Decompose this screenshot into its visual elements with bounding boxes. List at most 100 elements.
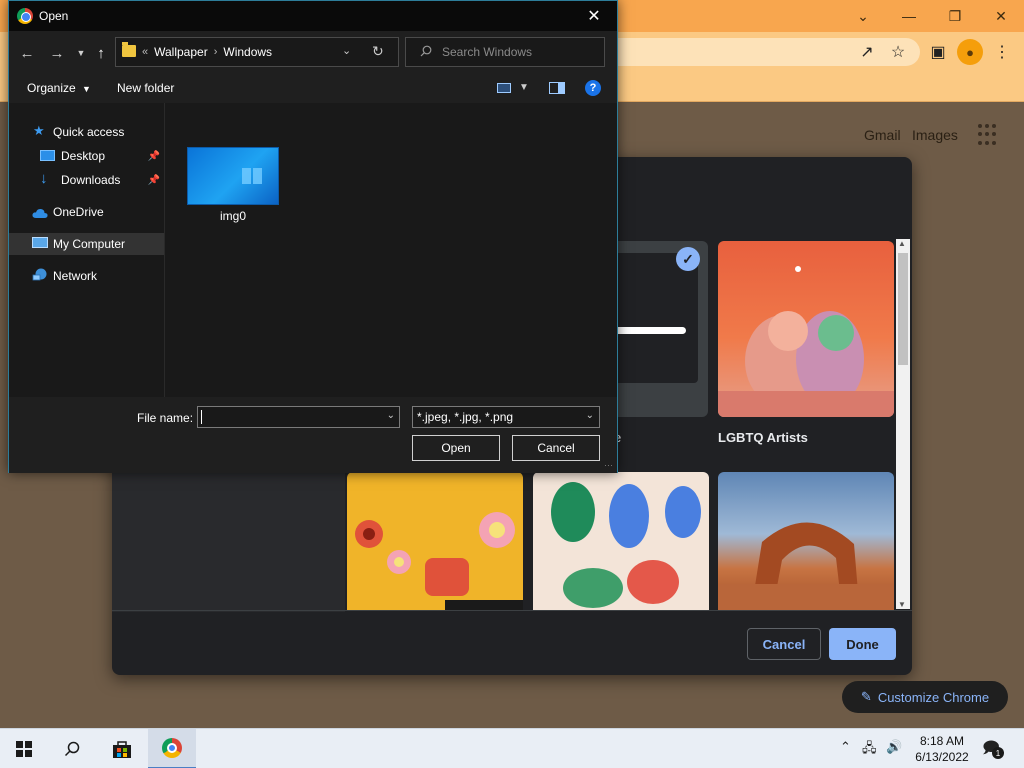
- back-arrow-icon[interactable]: ←: [17, 43, 37, 63]
- nav-item-network[interactable]: Network: [9, 265, 164, 287]
- breadcrumb-overflow[interactable]: «: [142, 46, 148, 58]
- show-hidden-icons-chevron-icon[interactable]: ⌃: [840, 739, 851, 755]
- apps-grid-icon[interactable]: [978, 124, 1000, 146]
- file-name-input[interactable]: [201, 408, 377, 426]
- change-view-icon[interactable]: [497, 83, 511, 93]
- microsoft-store-button[interactable]: [98, 729, 146, 768]
- file-name-label: File name:: [137, 411, 194, 425]
- nav-label: My Computer: [53, 237, 126, 251]
- background-tile-arch[interactable]: [718, 472, 894, 610]
- chrome-taskbar-button[interactable]: [148, 729, 196, 768]
- nav-item-quick-access[interactable]: ★ Quick access: [9, 121, 164, 143]
- file-type-value: *.jpeg, *.jpg, *.png: [417, 410, 514, 424]
- search-icon: [64, 741, 80, 757]
- share-icon[interactable]: ↗: [854, 39, 880, 65]
- background-tile-plants[interactable]: [533, 472, 709, 610]
- bookmark-star-icon[interactable]: ☆: [885, 39, 911, 65]
- breadcrumb-windows[interactable]: Windows: [223, 45, 272, 59]
- selected-check-icon: ✓: [676, 247, 700, 271]
- text-cursor: [201, 410, 202, 424]
- customize-sidebar: [112, 457, 345, 612]
- chrome-logo-icon: [17, 8, 33, 24]
- tiles-scrollbar[interactable]: ▲ ▼: [896, 239, 910, 609]
- nav-label: Desktop: [61, 149, 106, 163]
- tile-label-lgbtq: LGBTQ Artists: [718, 430, 808, 445]
- scroll-up-icon[interactable]: ▲: [898, 239, 906, 248]
- preview-pane-icon[interactable]: [549, 82, 565, 94]
- clock[interactable]: 8:18 AM 6/13/2022: [912, 733, 972, 765]
- notification-center-button[interactable]: 🗩 1: [982, 737, 1004, 759]
- new-folder-button[interactable]: New folder: [117, 81, 174, 95]
- gmail-link[interactable]: Gmail: [864, 127, 901, 143]
- customize-done-button[interactable]: Done: [829, 628, 896, 660]
- chrome-logo-icon: [162, 738, 182, 758]
- chevron-down-icon[interactable]: ⌄: [840, 0, 886, 32]
- breadcrumb: « Wallpaper › Windows: [142, 45, 272, 59]
- notification-badge: 1: [992, 747, 1004, 759]
- cancel-button[interactable]: Cancel: [512, 435, 600, 461]
- volume-icon[interactable]: 🔊: [886, 739, 902, 755]
- navigation-bar: ← → ▼ ↑ « Wallpaper › Windows ⌄ ↻: [9, 31, 617, 73]
- open-button[interactable]: Open: [412, 435, 500, 461]
- minimize-icon[interactable]: —: [886, 0, 932, 32]
- refresh-icon[interactable]: ↻: [372, 43, 384, 60]
- file-name-combobox[interactable]: ⌄: [197, 406, 400, 428]
- taskbar: ⌃ 🖧 🔊 8:18 AM 6/13/2022 🗩 1: [0, 728, 1024, 768]
- side-panel-icon[interactable]: ▣: [925, 39, 951, 65]
- resize-grip-icon[interactable]: ⋯: [604, 460, 613, 471]
- profile-avatar[interactable]: ●: [957, 39, 983, 65]
- dialog-title: Open: [39, 9, 69, 23]
- download-icon: ↓: [40, 170, 48, 187]
- store-icon: [113, 741, 131, 758]
- file-name-dropdown-icon[interactable]: ⌄: [387, 410, 395, 421]
- navigation-pane: ★ Quick access Desktop 📌 ↓ Downloads 📌 O…: [9, 103, 165, 397]
- pin-icon[interactable]: 📌: [148, 175, 160, 186]
- network-status-icon[interactable]: 🖧: [862, 739, 877, 761]
- breadcrumb-wallpaper[interactable]: Wallpaper: [154, 45, 208, 59]
- clock-date: 6/13/2022: [915, 750, 969, 764]
- file-type-select[interactable]: *.jpeg, *.jpg, *.png ⌄: [412, 406, 600, 428]
- clock-time: 8:18 AM: [919, 734, 965, 748]
- nav-item-downloads[interactable]: ↓ Downloads 📌: [9, 169, 164, 191]
- close-icon[interactable]: ✕: [978, 0, 1024, 32]
- footer-divider: [112, 610, 912, 611]
- customize-chrome-label: Customize Chrome: [877, 689, 990, 705]
- customize-cancel-button[interactable]: Cancel: [747, 628, 821, 660]
- nav-item-desktop[interactable]: Desktop 📌: [9, 145, 164, 167]
- up-arrow-icon[interactable]: ↑: [91, 43, 111, 63]
- scrollbar-thumb[interactable]: [898, 253, 908, 365]
- file-name: img0: [219, 209, 246, 223]
- customize-chrome-button[interactable]: ✎ Customize Chrome: [842, 681, 1008, 713]
- search-taskbar-button[interactable]: [48, 729, 96, 768]
- more-menu-icon[interactable]: ⋮: [989, 39, 1015, 65]
- nav-label: Quick access: [53, 125, 125, 139]
- search-box[interactable]: [405, 37, 605, 67]
- address-dropdown-icon[interactable]: ⌄: [342, 44, 351, 57]
- nav-label: Downloads: [61, 173, 121, 187]
- pin-icon[interactable]: 📌: [148, 151, 160, 162]
- background-tile-flowers[interactable]: [347, 472, 523, 610]
- images-link[interactable]: Images: [912, 127, 958, 143]
- dialog-title-bar: Open ✕: [9, 1, 617, 31]
- view-options-caret-icon[interactable]: ▼: [519, 82, 529, 93]
- star-icon: ★: [33, 123, 45, 138]
- search-icon: [420, 45, 432, 57]
- recent-locations-chevron-icon[interactable]: ▼: [71, 43, 91, 63]
- computer-icon: [32, 237, 48, 248]
- file-item[interactable]: img0: [187, 147, 281, 227]
- scroll-down-icon[interactable]: ▼: [898, 600, 906, 609]
- forward-arrow-icon[interactable]: →: [47, 43, 67, 63]
- background-tile-lgbtq[interactable]: [718, 241, 894, 417]
- start-button[interactable]: [0, 729, 48, 768]
- network-icon: [32, 268, 47, 281]
- cloud-icon: [32, 208, 48, 218]
- nav-item-onedrive[interactable]: OneDrive: [9, 201, 164, 223]
- search-input[interactable]: [442, 38, 600, 66]
- organize-button[interactable]: Organize ▼: [27, 81, 91, 95]
- restore-icon[interactable]: ❐: [932, 0, 978, 32]
- close-icon[interactable]: ✕: [571, 1, 617, 31]
- address-bar[interactable]: « Wallpaper › Windows ⌄ ↻: [115, 37, 399, 67]
- help-icon[interactable]: ?: [585, 80, 601, 96]
- nav-item-my-computer[interactable]: My Computer: [9, 233, 164, 255]
- desktop-icon: [40, 150, 55, 161]
